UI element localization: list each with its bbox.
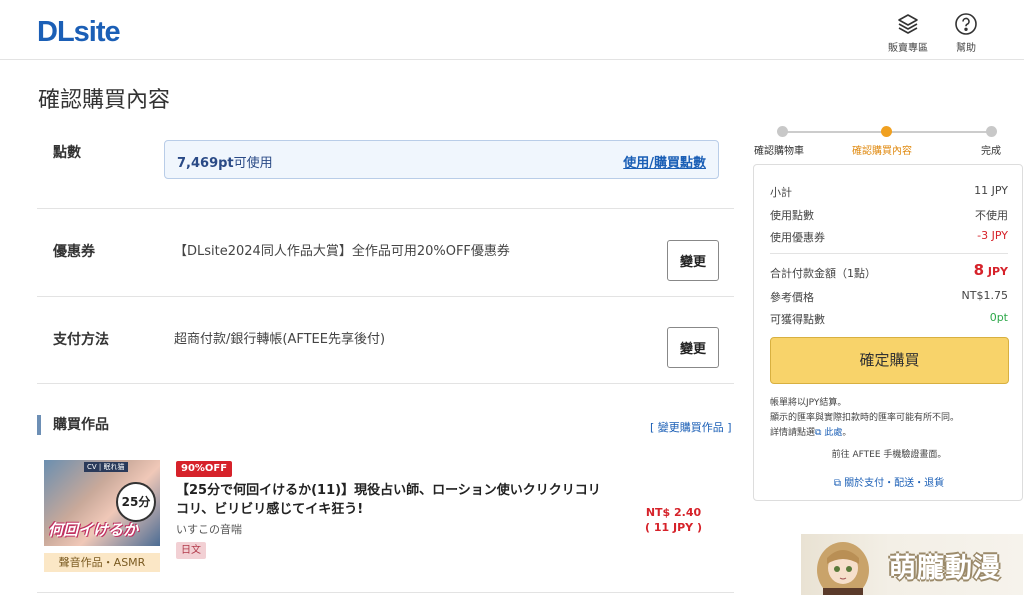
watermark-logo: 萌朧動漫	[801, 534, 1023, 595]
page-title: 確認購買內容	[38, 88, 171, 113]
currency-note-prefix: 詳情請點選	[770, 428, 816, 438]
mascot-girl-image	[817, 542, 869, 595]
points-available-suffix: 可使用	[233, 156, 273, 171]
points-amount: 7,469pt	[177, 156, 234, 171]
total-value: 8 JPY	[974, 261, 1008, 279]
reference-price-label: 參考價格	[770, 291, 814, 304]
external-link-icon: ⧉	[815, 428, 825, 438]
thumbnail-title-art: 何回イけるか	[48, 521, 139, 539]
divider	[37, 208, 734, 209]
order-summary-panel: 小計 11 JPY 使用點數 不使用 使用優惠券 -3 JPY 合計付款金額（1…	[753, 164, 1023, 501]
coupon-label: 優惠券	[53, 244, 95, 260]
total-label: 合計付款金額（1點）	[770, 267, 876, 280]
subtotal-label: 小計	[770, 186, 792, 199]
divider	[37, 383, 734, 384]
confirm-purchase-button[interactable]: 確定購買	[770, 337, 1009, 384]
product-price-ntd: NT$ 2.40	[645, 506, 702, 519]
thumbnail-cv-tag: CV | 眠れ猫	[84, 462, 128, 472]
summary-divider	[770, 253, 1008, 254]
change-coupon-button[interactable]: 變更	[667, 240, 719, 281]
total-number: 8	[973, 261, 985, 279]
product-language-tag: 日文	[176, 542, 206, 559]
currency-note-suffix: 。	[842, 428, 852, 438]
earn-points-value: 0pt	[989, 311, 1008, 324]
earn-points-row: 可獲得點數 0pt	[770, 311, 1008, 327]
earn-points-label: 可獲得點數	[770, 313, 825, 326]
currency-note-line3: 詳情請點選⧉ 此處。	[770, 426, 1010, 441]
sales-area-button[interactable]: 販賣專區	[883, 12, 933, 54]
divider	[37, 592, 734, 593]
dlsite-logo[interactable]: DLsite	[37, 17, 121, 47]
use-buy-points-link[interactable]: 使用/購買點數	[623, 152, 706, 171]
subtotal-row: 小計 11 JPY	[770, 184, 1008, 200]
step-dot-cart	[777, 126, 788, 137]
product-price-jpy: ( 11 JPY )	[645, 521, 702, 534]
total-unit: JPY	[984, 265, 1008, 278]
details-link[interactable]: 此處	[824, 428, 842, 438]
step-dot-complete	[986, 126, 997, 137]
currency-note: 帳單將以JPY結算。 顯示的匯率與實際扣款時的匯率可能有所不同。 詳情請點選⧉ …	[770, 396, 1010, 441]
points-used-label: 使用點數	[770, 209, 814, 222]
step-label-confirm: 確認購買內容	[852, 146, 912, 157]
points-label: 點數	[53, 145, 81, 161]
external-link-icon: ⧉	[833, 478, 845, 489]
coupon-used-row: 使用優惠券 -3 JPY	[770, 229, 1008, 245]
payment-policy-link[interactable]: ⧉ 關於支付・配送・退貨	[754, 474, 1024, 489]
payment-label: 支付方法	[53, 332, 109, 348]
change-payment-button[interactable]: 變更	[667, 327, 719, 368]
points-used-row: 使用點數 不使用	[770, 207, 1008, 223]
change-works-link[interactable]: [ 變更購買作品 ]	[650, 419, 732, 435]
step-label-cart: 確認購物車	[754, 146, 804, 157]
help-label: 幫助	[956, 43, 976, 54]
currency-note-line2: 顯示的匯率與實際扣款時的匯率可能有所不同。	[770, 413, 960, 423]
coupon-used-value: -3 JPY	[977, 229, 1008, 242]
points-used-value: 不使用	[975, 209, 1008, 222]
sales-area-label: 販賣專區	[888, 43, 928, 54]
help-icon	[955, 13, 977, 35]
product-price: NT$ 2.40 ( 11 JPY )	[645, 505, 702, 535]
product-category-tag: 聲音作品・ASMR	[44, 553, 160, 572]
product-thumbnail[interactable]: CV | 眠れ猫 25分 何回イけるか	[44, 460, 160, 546]
site-header: DLsite 販賣專區 幫助	[0, 0, 1024, 60]
coupon-text: 【DLsite2024同人作品大賞】全作品可用20%OFF優惠券	[174, 244, 510, 259]
payment-method-text: 超商付款/銀行轉帳(AFTEE先享後付)	[174, 332, 386, 347]
coupon-used-label: 使用優惠券	[770, 231, 825, 244]
divider	[37, 296, 734, 297]
reference-price-row: 參考價格 NT$1.75	[770, 289, 1008, 305]
reference-price-value: NT$1.75	[961, 289, 1008, 302]
points-box: 7,469pt可使用 使用/購買點數	[164, 140, 719, 179]
help-button[interactable]: 幫助	[941, 12, 991, 54]
product-title[interactable]: 【25分で何回イけるか(11)】現役占い師、ローション使いクリクリコリコリ、ビリ…	[176, 481, 606, 519]
purchased-works-heading: 購買作品	[37, 415, 109, 435]
points-available: 7,469pt可使用	[177, 152, 273, 171]
layers-icon	[898, 14, 918, 34]
total-row: 合計付款金額（1點） 8 JPY	[770, 261, 1008, 281]
aftee-note: 前往 AFTEE 手機驗證畫面。	[831, 450, 947, 460]
step-label-complete: 完成	[981, 146, 1001, 157]
thumbnail-time-badge: 25分	[116, 482, 156, 522]
discount-badge: 90%OFF	[176, 461, 233, 477]
currency-note-line1: 帳單將以JPY結算。	[770, 398, 847, 408]
step-dot-confirm	[881, 126, 892, 137]
product-circle[interactable]: いすこの音喘	[176, 521, 242, 537]
subtotal-value: 11 JPY	[974, 184, 1008, 197]
payment-policy-label: 關於支付・配送・退貨	[844, 478, 945, 489]
watermark-text: 萌朧動漫	[889, 553, 1001, 584]
